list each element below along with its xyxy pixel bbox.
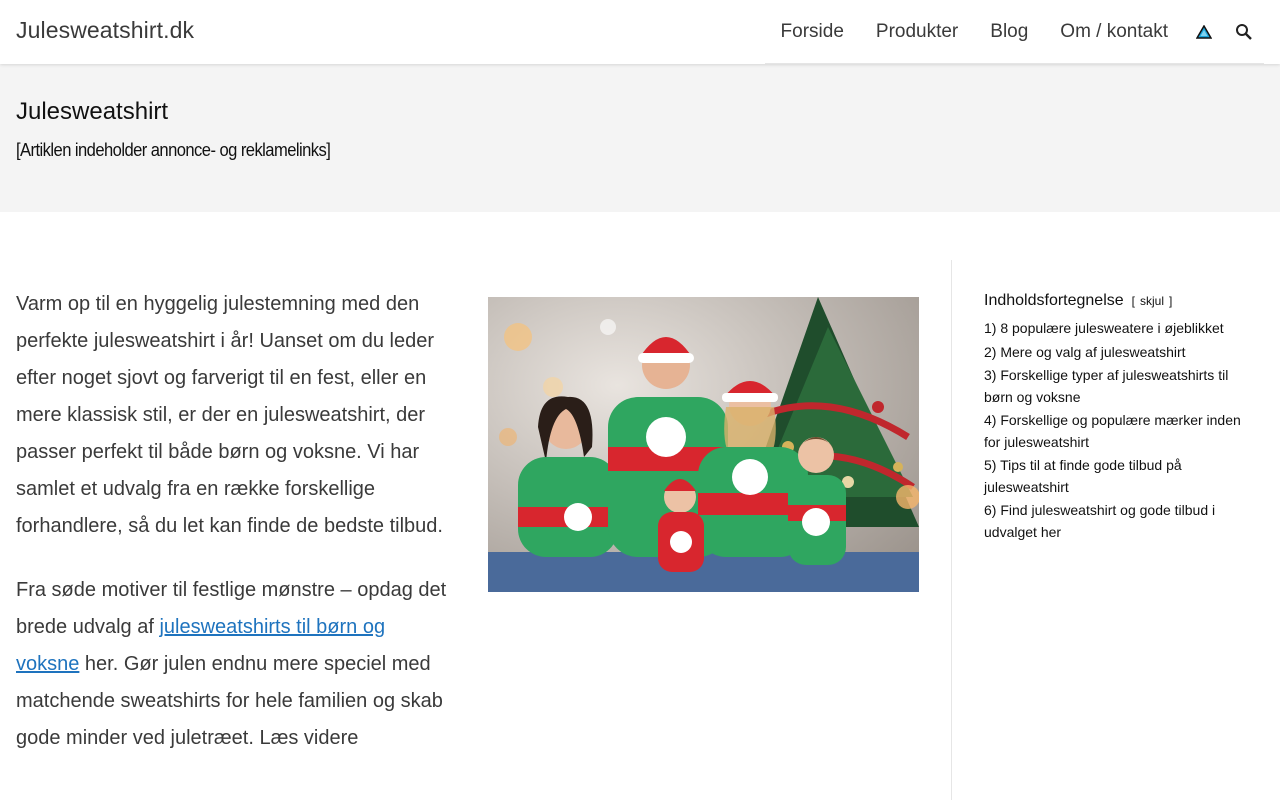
ad-disclaimer: [Artiklen indeholder annonce- og reklame…	[16, 140, 331, 160]
site-header: Julesweatshirt.dk Forside Produkter Blog…	[0, 0, 1280, 64]
toc-title: Indholdsfortegnelse	[984, 292, 1124, 309]
paragraph-text: her. Gør julen endnu mere speciel med ma…	[16, 653, 443, 749]
toc-hide-link[interactable]: skjul	[1140, 294, 1164, 308]
triangle-logo-icon[interactable]	[1184, 0, 1224, 64]
nav-item-om-kontakt[interactable]: Om / kontakt	[1044, 0, 1184, 64]
search-icon[interactable]	[1224, 0, 1264, 64]
table-of-contents: Indholdsfortegnelse [ skjul] 1) 8 populær…	[984, 292, 1256, 545]
toc-bracket-close: ]	[1169, 294, 1173, 308]
toc-item[interactable]: 5) Tips til at finde gode tilbud på jule…	[984, 455, 1256, 498]
toc-header: Indholdsfortegnelse [ skjul]	[984, 292, 1256, 310]
nav-item-produkter[interactable]: Produkter	[860, 0, 974, 64]
main-nav: Forside Produkter Blog Om / kontakt	[764, 0, 1264, 64]
toc-item[interactable]: 6) Find julesweatshirt og gode tilbud i …	[984, 500, 1256, 543]
second-paragraph: Fra søde motiver til festlige mønstre – …	[16, 572, 452, 757]
toc-item[interactable]: 2) Mere og valg af julesweatshirt	[984, 342, 1256, 364]
nav-item-blog[interactable]: Blog	[974, 0, 1044, 64]
site-title[interactable]: Julesweatshirt.dk	[16, 17, 194, 44]
toc-item[interactable]: 3) Forskellige typer af julesweatshirts …	[984, 365, 1256, 408]
toc-toggle: [ skjul]	[1132, 294, 1173, 308]
page-title-band: Julesweatshirt [Artiklen indeholder anno…	[0, 64, 1280, 212]
family-christmas-photo	[488, 297, 919, 592]
article-body: Varm op til en hyggelig julestemning med…	[16, 286, 452, 784]
toc-list: 1) 8 populære julesweatere i øjeblikket …	[984, 318, 1256, 543]
toc-item[interactable]: 1) 8 populære julesweatere i øjeblikket	[984, 318, 1256, 340]
intro-paragraph: Varm op til en hyggelig julestemning med…	[16, 293, 443, 537]
page-title: Julesweatshirt	[16, 98, 169, 125]
nav-item-forside[interactable]: Forside	[765, 0, 860, 64]
sidebar-divider	[951, 260, 952, 800]
toc-item[interactable]: 4) Forskellige og populære mærker inden …	[984, 410, 1256, 453]
toc-bracket-open: [	[1131, 294, 1135, 308]
